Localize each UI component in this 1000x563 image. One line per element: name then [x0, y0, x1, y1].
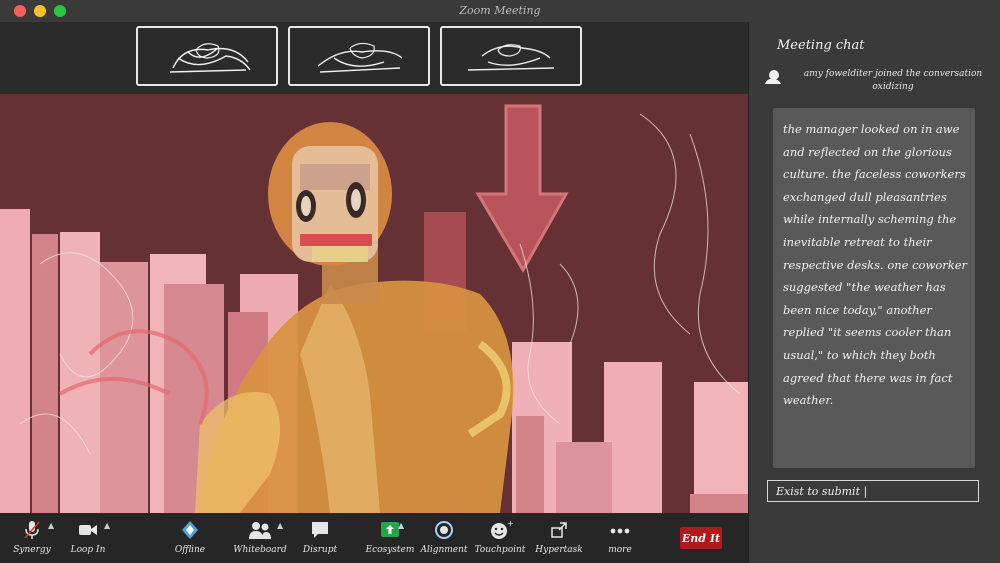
title-bar: Zoom Meeting — [0, 0, 1000, 23]
chat-title: Meeting chat — [777, 38, 865, 53]
chat-input[interactable] — [767, 480, 979, 502]
security-button[interactable]: Offline — [158, 519, 222, 555]
participant-thumbnail[interactable] — [288, 26, 430, 86]
share-options-caret[interactable]: ▲ — [398, 521, 404, 530]
mute-button[interactable]: Synergy — [0, 519, 64, 555]
chat-bubble-icon — [288, 519, 352, 541]
video-camera-icon — [56, 519, 120, 541]
reactions-button[interactable]: + Touchpoint — [468, 519, 532, 555]
apps-button[interactable]: Hypertask — [527, 519, 591, 555]
window-title: Zoom Meeting — [459, 4, 541, 17]
participant-thumbnail[interactable] — [136, 26, 278, 86]
user-avatar-icon — [763, 69, 783, 85]
video-area — [0, 22, 748, 513]
active-speaker-video — [0, 94, 748, 513]
reactions-icon: + — [468, 519, 532, 541]
chat-button[interactable]: Disrupt — [288, 519, 352, 555]
record-icon — [412, 519, 476, 541]
join-status-text: oxidizing — [872, 82, 914, 92]
apps-icon — [527, 519, 591, 541]
participant-thumbnail-strip — [0, 22, 748, 94]
join-action-text: joined the conversation — [875, 69, 983, 79]
more-button[interactable]: more — [588, 519, 652, 555]
chat-panel: Meeting chat amy fowelditer joined the c… — [748, 22, 1000, 563]
microphone-icon — [0, 519, 64, 541]
participants-options-caret[interactable]: ▲ — [277, 521, 283, 530]
more-dots-icon — [588, 519, 652, 541]
svg-text:+: + — [507, 519, 513, 528]
participant-thumbnail[interactable] — [440, 26, 582, 86]
audio-options-caret[interactable]: ▲ — [48, 521, 54, 530]
start-video-button[interactable]: Loop In — [56, 519, 120, 555]
chat-message-bubble: the manager looked on in awe and reflect… — [773, 108, 975, 468]
chat-message-text: the manager looked on in awe and reflect… — [783, 122, 968, 408]
join-user-name: amy fowelditer — [803, 69, 873, 79]
end-meeting-button[interactable]: End It — [680, 527, 722, 549]
meeting-toolbar: Synergy ▲ Loop In ▲ Offline Whiteboard ▲… — [0, 513, 748, 563]
shield-icon — [158, 519, 222, 541]
record-button[interactable]: Alignment — [412, 519, 476, 555]
video-options-caret[interactable]: ▲ — [104, 521, 110, 530]
